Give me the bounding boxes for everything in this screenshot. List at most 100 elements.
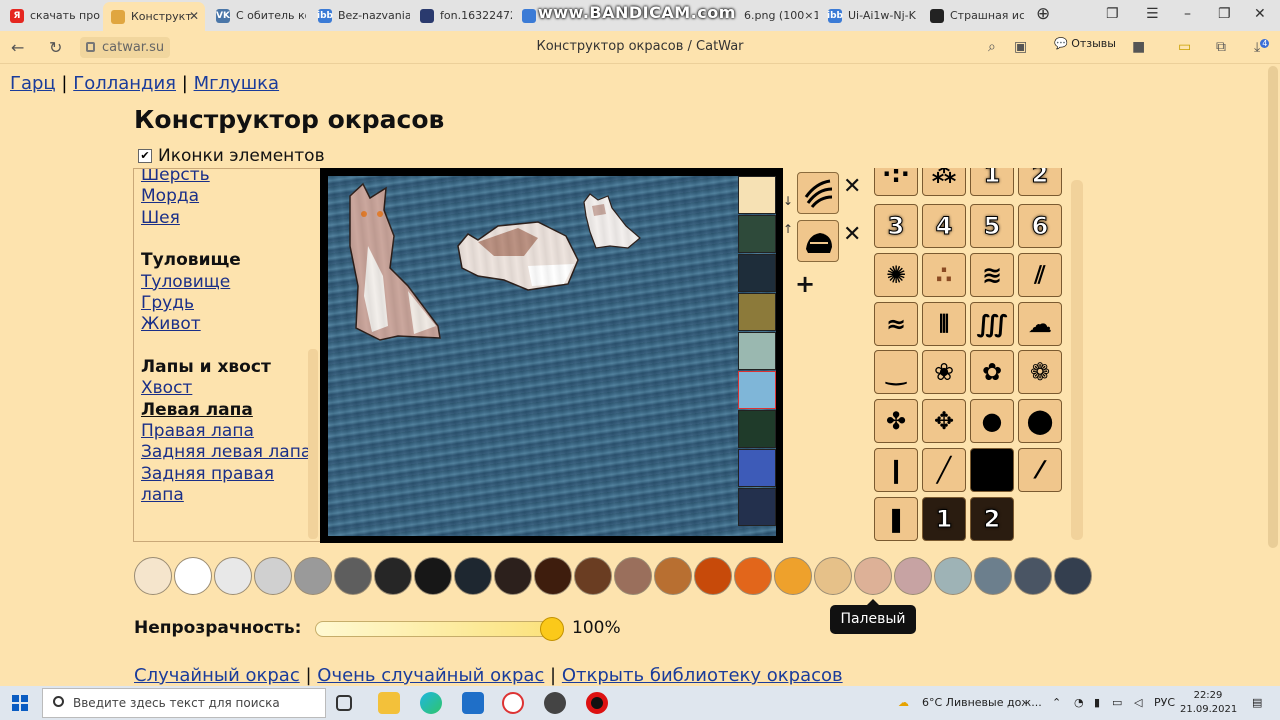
close-window-button[interactable]: ✕ <box>1254 6 1266 22</box>
pattern-vertical-stripes[interactable]: ⦀ <box>922 302 966 346</box>
breadcrumb-link[interactable]: Гарц <box>10 73 56 94</box>
restore-button[interactable]: ❐ <box>1218 6 1231 22</box>
color-swatch[interactable] <box>454 557 492 595</box>
pattern-paw-1[interactable]: ✤ <box>874 399 918 443</box>
icons-checkbox[interactable]: ✔ <box>138 149 152 163</box>
close-icon[interactable]: ✕ <box>189 9 199 23</box>
minimize-button[interactable]: – <box>1184 6 1191 22</box>
pattern-numbered[interactable]: 1 <box>970 168 1014 196</box>
mail-icon[interactable] <box>462 692 484 714</box>
pattern-numbered[interactable]: 2 <box>970 497 1014 541</box>
pattern-leg-1[interactable]: ❙ <box>874 448 918 492</box>
pattern-face-3[interactable]: ❁ <box>1018 350 1062 394</box>
task-view-icon[interactable] <box>336 695 352 711</box>
tab-constructor[interactable]: Конструкт ✕ <box>103 2 205 31</box>
pattern-solid-black[interactable] <box>970 448 1014 492</box>
yandex-browser-icon[interactable] <box>502 692 524 714</box>
part-link-hind-right-paw[interactable]: Задняя правая лапа <box>141 464 320 507</box>
downloads-icon[interactable]: ⤓ 4 <box>1254 39 1270 56</box>
mic-icon[interactable]: ▮ <box>1094 696 1100 709</box>
color-swatch[interactable] <box>574 557 612 595</box>
layer-stripes-icon[interactable] <box>797 172 839 214</box>
pattern-paw-2[interactable]: ✥ <box>922 399 966 443</box>
color-swatch[interactable] <box>854 557 892 595</box>
pattern-brown-spots[interactable]: ∴ <box>922 253 966 297</box>
weather-text[interactable]: 6°C Ливневые дож... <box>922 696 1042 709</box>
protect-icon[interactable]: ▣ <box>1014 39 1027 55</box>
tab-vk[interactable]: VK С обитель ко <box>208 2 306 29</box>
remove-layer-button[interactable]: ✕ <box>843 174 861 199</box>
layer-patch-icon[interactable] <box>797 220 839 262</box>
color-swatch[interactable] <box>294 557 332 595</box>
tab-imgbb-1[interactable]: ibb Bez-nazvania <box>310 2 410 29</box>
bandicam-icon[interactable] <box>586 692 608 714</box>
tab-search[interactable]: Я скачать прог <box>2 2 100 29</box>
color-swatch[interactable] <box>334 557 372 595</box>
feedback-button[interactable]: 💬 Отзывы <box>1054 37 1116 50</box>
random-coat-link[interactable]: Случайный окрас <box>134 665 300 686</box>
pattern-leg-4[interactable]: ❚ <box>874 497 918 541</box>
color-swatch[interactable] <box>974 557 1012 595</box>
pattern-face-2[interactable]: ✿ <box>970 350 1014 394</box>
windows-start-icon[interactable] <box>12 695 28 711</box>
settings-icon[interactable] <box>544 692 566 714</box>
panel-scrollbar[interactable] <box>308 349 318 539</box>
color-swatch[interactable] <box>894 557 932 595</box>
background-thumb[interactable] <box>738 176 776 214</box>
edge-icon[interactable] <box>420 692 442 714</box>
part-link-left-paw[interactable]: Левая лапа <box>141 400 320 421</box>
taskbar-search-input[interactable]: Введите здесь текст для поиска <box>42 688 326 718</box>
color-swatch[interactable] <box>934 557 972 595</box>
background-thumb[interactable] <box>738 215 776 253</box>
pattern-claws[interactable]: ⫽ <box>1018 253 1062 297</box>
pattern-chevrons[interactable]: ≋ <box>970 253 1014 297</box>
pattern-numbered[interactable]: 3 <box>874 204 918 248</box>
pattern-rosettes[interactable]: ✺ <box>874 253 918 297</box>
network-icon[interactable]: ◔ <box>1074 696 1084 709</box>
part-link-chest[interactable]: Грудь <box>141 293 320 314</box>
pattern-leg-3[interactable]: ⁄ <box>1018 448 1062 492</box>
part-link-neck[interactable]: Шея <box>141 208 320 229</box>
tab-fon[interactable]: fon.16322472 <box>412 2 512 29</box>
part-link-right-paw[interactable]: Правая лапа <box>141 421 320 442</box>
extensions-icon[interactable]: ⧉ <box>1216 39 1226 55</box>
pattern-numbered[interactable]: 1 <box>922 497 966 541</box>
notification-icon[interactable]: ▤ <box>1252 696 1262 709</box>
very-random-coat-link[interactable]: Очень случайный окрас <box>317 665 544 686</box>
pattern-leg-2[interactable]: ╱ <box>922 448 966 492</box>
pattern-patch[interactable]: ☁ <box>1018 302 1062 346</box>
move-up-arrow[interactable]: ↑ <box>783 222 793 236</box>
pattern-spots[interactable]: ⁂ <box>922 168 966 196</box>
color-swatch[interactable] <box>414 557 452 595</box>
pattern-brow[interactable]: ‿ <box>874 350 918 394</box>
search-icon[interactable]: ⌕ <box>988 39 996 55</box>
pattern-face-1[interactable]: ❀ <box>922 350 966 394</box>
pattern-grid-scrollbar[interactable] <box>1071 180 1083 540</box>
part-link-fur[interactable]: Шерсть <box>141 169 320 186</box>
pattern-marbled[interactable]: ∭ <box>970 302 1014 346</box>
part-link-muzzle[interactable]: Морда <box>141 186 320 207</box>
color-swatch[interactable] <box>814 557 852 595</box>
background-thumb[interactable] <box>738 410 776 448</box>
opacity-slider-handle[interactable] <box>540 617 564 641</box>
part-link-torso[interactable]: Туловище <box>141 272 320 293</box>
bookmark-icon[interactable]: ■ <box>1132 39 1145 55</box>
pattern-tiger-stripes[interactable]: ≈ <box>874 302 918 346</box>
background-thumb[interactable] <box>738 293 776 331</box>
tab-image-png[interactable]: 6.png (100×1 <box>738 2 818 29</box>
icons-toggle[interactable]: ✔ Иконки элементов <box>138 146 325 166</box>
color-swatch[interactable] <box>1054 557 1092 595</box>
color-swatch[interactable] <box>694 557 732 595</box>
menu-icon[interactable]: ☰ <box>1146 6 1159 22</box>
part-link-belly[interactable]: Живот <box>141 314 320 335</box>
add-layer-button[interactable]: + <box>795 270 815 298</box>
color-swatch[interactable] <box>614 557 652 595</box>
color-swatch[interactable] <box>1014 557 1052 595</box>
part-link-tail[interactable]: Хвост <box>141 378 320 399</box>
pattern-blob[interactable]: ⬤ <box>1018 399 1062 443</box>
color-swatch[interactable] <box>174 557 212 595</box>
pattern-blob-small[interactable]: ● <box>970 399 1014 443</box>
color-swatch[interactable] <box>494 557 532 595</box>
volume-icon[interactable]: ◁ <box>1134 696 1142 709</box>
color-swatch[interactable] <box>734 557 772 595</box>
